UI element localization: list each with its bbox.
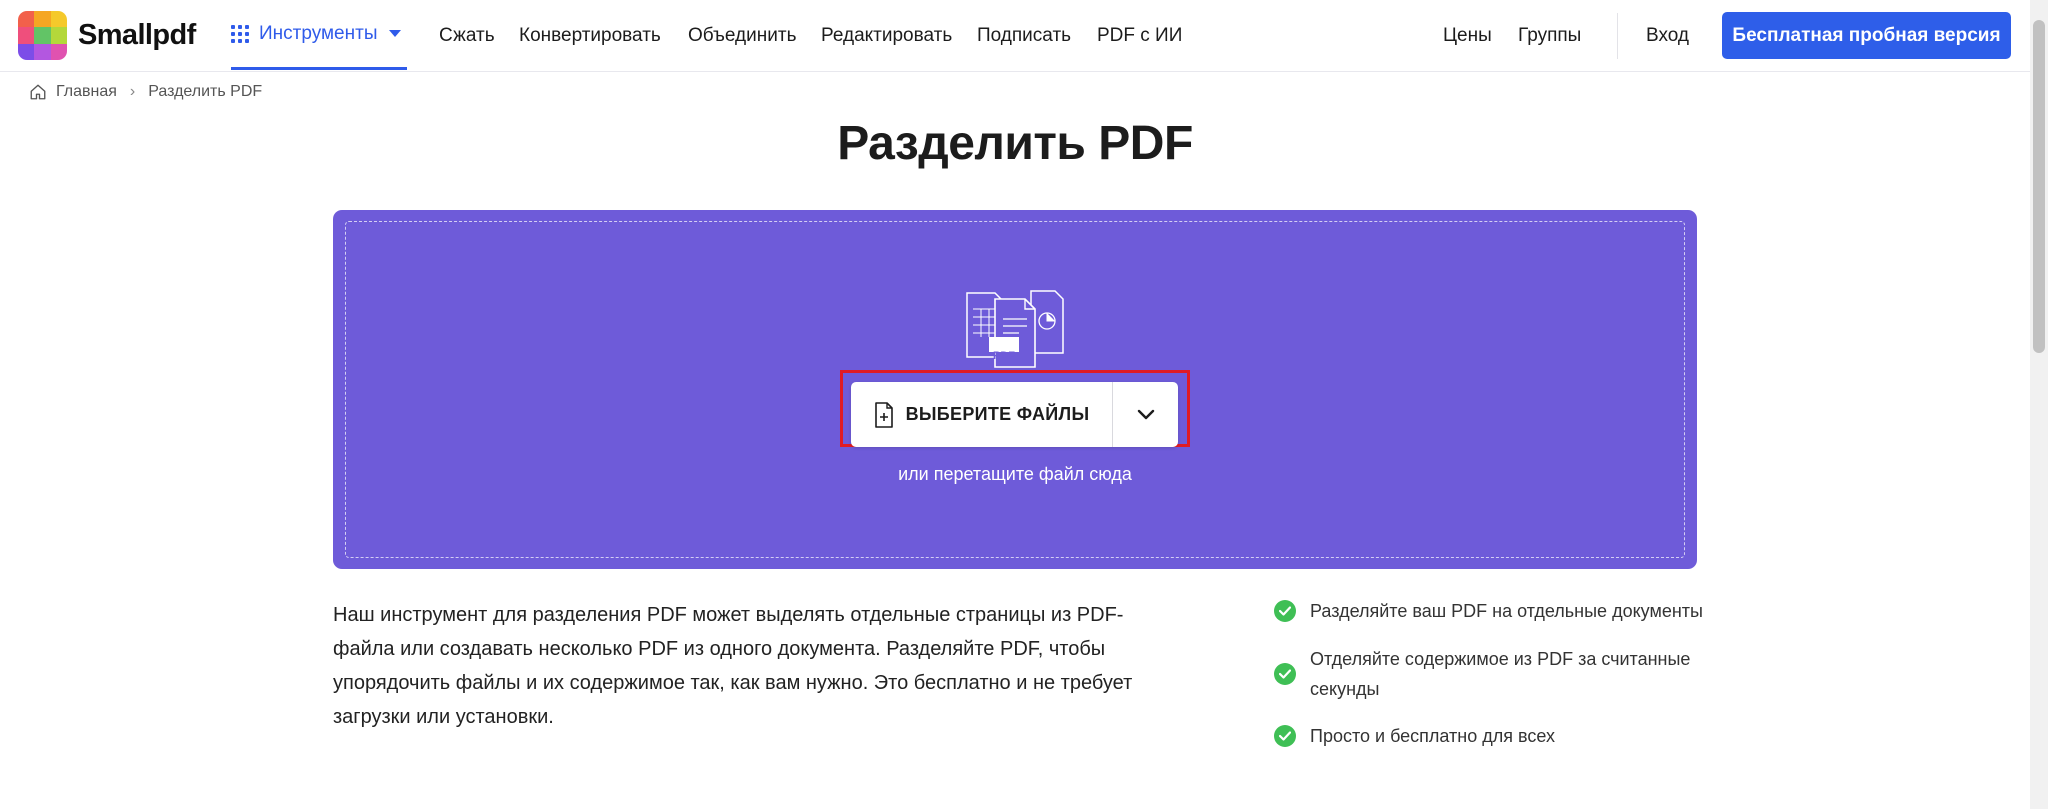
select-files-button[interactable]: ВЫБЕРИТЕ ФАЙЛЫ <box>851 382 1113 447</box>
feature-text: Просто и бесплатно для всех <box>1310 726 1555 746</box>
tools-menu-button[interactable]: Инструменты <box>231 0 408 70</box>
header-divider <box>1617 13 1618 59</box>
home-icon <box>30 84 46 100</box>
tool-description: Наш инструмент для разделения PDF может … <box>333 604 1133 728</box>
nav-pricing[interactable]: Цены <box>1443 0 1492 72</box>
add-file-icon <box>874 401 893 428</box>
nav-convert[interactable]: Конвертировать <box>519 0 661 72</box>
upload-source-dropdown[interactable] <box>1113 382 1178 447</box>
file-drop-zone[interactable]: PDF ВЫБЕРИТЕ ФАЙЛЫ или перетащите файл с… <box>333 210 1697 569</box>
logo-mark-icon <box>18 11 67 60</box>
feature-item: Разделяйте ваш PDF на отдельные документ… <box>1274 596 1703 626</box>
select-files-label: ВЫБЕРИТЕ ФАЙЛЫ <box>905 404 1090 424</box>
check-circle-icon <box>1274 663 1296 685</box>
check-circle-icon <box>1274 725 1296 747</box>
chevron-down-icon <box>1137 409 1154 419</box>
top-navigation-bar: Smallpdf Инструменты Сжать Конвертироват… <box>0 0 2030 72</box>
nav-edit[interactable]: Редактировать <box>821 0 952 72</box>
nav-merge[interactable]: Объединить <box>688 0 796 72</box>
drop-hint-text: или перетащите файл сюда <box>898 464 1132 484</box>
page-title: Разделить PDF <box>837 117 1193 170</box>
apps-grid-icon <box>231 24 249 43</box>
check-circle-icon <box>1274 600 1296 622</box>
select-files-button-group: ВЫБЕРИТЕ ФАЙЛЫ <box>851 382 1178 447</box>
caret-down-icon <box>389 30 402 37</box>
smallpdf-logo[interactable]: Smallpdf <box>18 11 196 60</box>
tools-menu-label: Инструменты <box>259 22 378 44</box>
logo-text: Smallpdf <box>78 19 196 51</box>
pdf-badge: PDF <box>993 349 1015 362</box>
breadcrumb-separator-icon: › <box>129 83 136 100</box>
breadcrumb-current: Разделить PDF <box>148 83 263 100</box>
breadcrumb-home[interactable]: Главная <box>56 83 117 101</box>
nav-compress[interactable]: Сжать <box>439 0 495 72</box>
nav-teams[interactable]: Группы <box>1518 0 1581 72</box>
feature-item: Просто и бесплатно для всех <box>1274 721 1555 751</box>
scrollbar-thumb[interactable] <box>2033 20 2045 353</box>
breadcrumb: Главная › Разделить PDF <box>29 80 262 104</box>
nav-pdf-ai[interactable]: PDF с ИИ <box>1097 0 1182 72</box>
feature-text: Разделяйте ваш PDF на отдельные документ… <box>1310 601 1703 621</box>
feature-text: Отделяйте содержимое из PDF за считанные… <box>1310 649 1691 699</box>
page-scrollbar[interactable] <box>2030 0 2048 809</box>
feature-item: Отделяйте содержимое из PDF за считанные… <box>1274 644 1694 704</box>
free-trial-button[interactable]: Бесплатная пробная версия <box>1722 12 2011 59</box>
nav-sign[interactable]: Подписать <box>977 0 1071 72</box>
login-link[interactable]: Вход <box>1646 0 1689 72</box>
